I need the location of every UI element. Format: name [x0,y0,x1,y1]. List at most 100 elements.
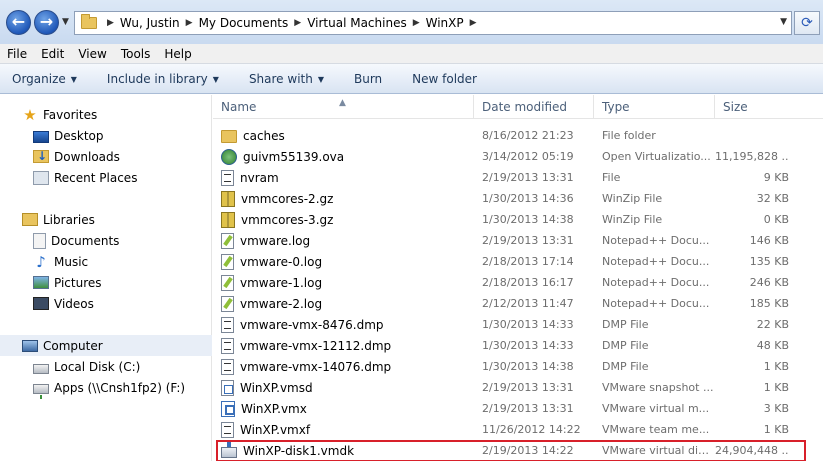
file-name-cell[interactable]: vmware-1.log [221,272,322,293]
file-type: File [602,171,621,184]
include-in-library-button[interactable]: Include in library ▼ [107,72,219,86]
file-type: Notepad++ Docu... [602,297,710,310]
history-dropdown-icon[interactable]: ▼ [62,17,72,27]
breadcrumb-winxp[interactable]: WinXP [426,16,464,30]
nav-music[interactable]: ♪ Music [0,251,212,272]
menu-file[interactable]: File [0,47,34,61]
file-name-cell[interactable]: WinXP.vmsd [221,377,313,398]
network-drive-icon [33,383,49,399]
menu-edit[interactable]: Edit [34,47,71,61]
breadcrumb-wu-justin[interactable]: Wu, Justin [120,16,180,30]
nav-documents[interactable]: Documents [0,230,212,251]
file-name-cell[interactable]: vmware-2.log [221,293,322,314]
nav-recent-places[interactable]: Recent Places [0,167,212,188]
file-date: 1/30/2013 14:33 [482,339,574,352]
file-name-cell[interactable]: WinXP-disk1.vmdk [221,440,354,461]
file-name-cell[interactable]: vmware.log [221,230,310,251]
nav-local-disk[interactable]: Local Disk (C:) [0,356,212,377]
file-name: vmmcores-3.gz [241,212,334,227]
column-header-type[interactable]: Type [594,95,715,119]
file-row[interactable]: nvram 2/19/2013 13:31 File 9 KB [213,167,823,188]
nav-videos[interactable]: Videos [0,293,212,314]
file-type: WinZip File [602,213,663,226]
nav-label: Local Disk (C:) [54,359,141,374]
file-name-cell[interactable]: vmmcores-2.gz [221,188,333,209]
file-name-cell[interactable]: vmware-vmx-12112.dmp [221,335,391,356]
file-name-cell[interactable]: caches [221,125,285,146]
file-row[interactable]: vmware-vmx-12112.dmp 1/30/2013 14:33 DMP F… [213,335,823,356]
chevron-right-icon[interactable]: ▶ [470,18,477,28]
nav-computer[interactable]: Computer [0,335,212,356]
file-row[interactable]: WinXP-disk1.vmdk 2/19/2013 14:22 VMware vi… [213,440,823,461]
libraries-icon [22,213,38,226]
file-row[interactable]: vmware-vmx-14076.dmp 1/30/2013 14:38 DMP F… [213,356,823,377]
nav-apps-drive[interactable]: Apps (\\Cnsh1fp2) (F:) [0,377,212,399]
back-button[interactable]: ← [6,10,31,35]
file-date: 2/19/2013 14:22 [482,444,574,457]
chevron-right-icon[interactable]: ▶ [107,18,114,28]
file-name-cell[interactable]: nvram [221,167,279,188]
column-header-date-modified[interactable]: Date modified [474,95,594,119]
file-row[interactable]: caches 8/16/2012 21:23 File folder [213,125,823,146]
file-icon [221,358,234,375]
file-type: VMware team me... [602,423,710,436]
file-size: 48 KB [756,339,789,352]
new-folder-button[interactable]: New folder [412,72,477,86]
computer-icon [22,339,38,352]
menu-help[interactable]: Help [157,47,198,61]
organize-label: Organize [12,71,66,86]
file-type: Notepad++ Docu... [602,255,710,268]
menu-bar: File Edit View Tools Help [0,44,823,64]
file-name: WinXP.vmsd [240,380,313,395]
file-name-cell[interactable]: vmmcores-3.gz [221,209,333,230]
nav-pictures[interactable]: Pictures [0,272,212,293]
file-type: Notepad++ Docu... [602,234,710,247]
file-name-cell[interactable]: vmware-vmx-8476.dmp [221,314,384,335]
file-list: Name ▲ Date modified Type Size caches 8/1… [213,95,823,461]
address-dropdown-icon[interactable]: ▼ [780,17,787,27]
file-row[interactable]: vmmcores-3.gz 1/30/2013 14:38 WinZip File 0… [213,209,823,230]
file-name-cell[interactable]: WinXP.vmxf [221,419,310,440]
file-date: 2/19/2013 13:31 [482,402,574,415]
file-row[interactable]: WinXP.vmsd 2/19/2013 13:31 VMware snapshot… [213,377,823,398]
file-name-cell[interactable]: guivm55139.ova [221,146,344,167]
nav-libraries[interactable]: Libraries [0,209,212,230]
refresh-button[interactable]: ⟳ [794,11,820,35]
burn-button[interactable]: Burn [354,72,382,86]
nav-desktop[interactable]: Desktop [0,125,212,146]
file-name-cell[interactable]: vmware-vmx-14076.dmp [221,356,391,377]
file-row[interactable]: WinXP.vmx 2/19/2013 13:31 VMware virtual m… [213,398,823,419]
nav-favorites[interactable]: ★ Favorites [0,104,212,125]
nav-downloads[interactable]: Downloads [0,146,212,167]
organize-button[interactable]: Organize ▼ [12,72,77,86]
file-type: VMware virtual dis... [602,444,714,457]
menu-view[interactable]: View [71,47,113,61]
file-row[interactable]: vmware-0.log 2/18/2013 17:14 Notepad++ Doc… [213,251,823,272]
breadcrumb-virtual-machines[interactable]: Virtual Machines [307,16,407,30]
file-row[interactable]: vmware-1.log 2/18/2013 16:17 Notepad++ Doc… [213,272,823,293]
file-row[interactable]: guivm55139.ova 3/14/2012 05:19 Open Virtua… [213,146,823,167]
chevron-down-icon: ▼ [70,74,77,84]
file-row[interactable]: vmware-vmx-8476.dmp 1/30/2013 14:33 DMP Fi… [213,314,823,335]
column-header-size[interactable]: Size [715,95,823,119]
file-row[interactable]: WinXP.vmxf 11/26/2012 14:22 VMware team me… [213,419,823,440]
sort-up-icon: ▲ [339,98,346,108]
file-name-cell[interactable]: vmware-0.log [221,251,322,272]
file-row[interactable]: vmware.log 2/19/2013 13:31 Notepad++ Docu.… [213,230,823,251]
file-size: 9 KB [763,171,789,184]
menu-tools[interactable]: Tools [114,47,158,61]
address-box[interactable]: ▶ Wu, Justin ▶ My Documents ▶ Virtual Ma… [74,11,792,35]
file-row[interactable]: vmmcores-2.gz 1/30/2013 14:36 WinZip File 3… [213,188,823,209]
forward-button[interactable]: → [34,10,59,35]
share-with-button[interactable]: Share with ▼ [249,72,324,86]
file-row[interactable]: vmware-2.log 2/12/2013 11:47 Notepad++ Doc… [213,293,823,314]
file-name-cell[interactable]: WinXP.vmx [221,398,307,419]
file-name: caches [243,128,285,143]
column-header-name[interactable]: Name ▲ [213,95,474,119]
chevron-right-icon[interactable]: ▶ [186,18,193,28]
chevron-right-icon[interactable]: ▶ [413,18,420,28]
file-type: VMware virtual m... [602,402,710,415]
chevron-right-icon[interactable]: ▶ [294,18,301,28]
breadcrumb-my-documents[interactable]: My Documents [199,16,289,30]
navigation-pane: ★ Favorites Desktop Downloads Recent Pla… [0,95,212,461]
